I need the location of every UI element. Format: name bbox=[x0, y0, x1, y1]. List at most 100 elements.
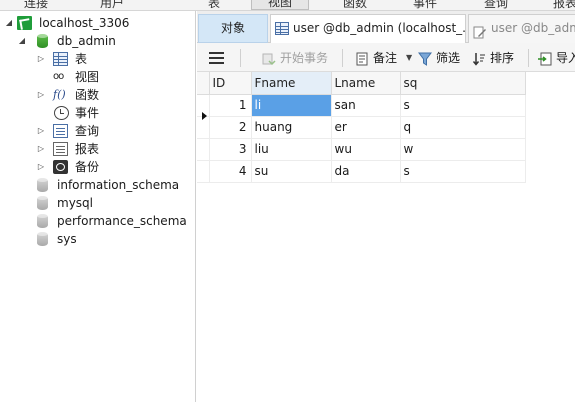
sort-button[interactable]: 排序 bbox=[472, 47, 518, 69]
views-label: 视图 bbox=[75, 70, 100, 84]
memo-icon bbox=[355, 51, 369, 66]
backups-label: 备份 bbox=[75, 160, 100, 174]
database-label: performance_schema bbox=[57, 214, 187, 228]
tree-backups[interactable]: ▷ 备份 bbox=[0, 158, 196, 176]
ribbon-report[interactable]: 报表 bbox=[553, 0, 575, 10]
tree-views[interactable]: oo 视图 bbox=[0, 68, 196, 86]
table-row[interactable]: 2 huang er q bbox=[197, 116, 526, 139]
import-icon bbox=[538, 51, 552, 66]
tree-functions[interactable]: ▷ f() 函数 bbox=[0, 86, 196, 104]
tree-database-sys[interactable]: sys bbox=[0, 230, 196, 248]
function-icon: f() bbox=[53, 88, 66, 101]
tab-user-table-label: user @db_admin (localhost_... bbox=[293, 21, 466, 35]
row-selector[interactable] bbox=[197, 160, 210, 183]
cell-id[interactable]: 3 bbox=[209, 138, 252, 161]
tables-label: 表 bbox=[75, 52, 88, 66]
ribbon-event[interactable]: 事件 bbox=[413, 0, 437, 10]
tree-database-performance-schema[interactable]: performance_schema bbox=[0, 212, 196, 230]
backup-icon bbox=[53, 160, 68, 174]
filter-button[interactable]: 筛选 bbox=[418, 47, 464, 69]
expand-arrow-icon[interactable]: ▷ bbox=[36, 86, 46, 104]
functions-label: 函数 bbox=[75, 88, 100, 102]
cell-lname[interactable]: san bbox=[331, 94, 401, 117]
row-selector[interactable] bbox=[197, 138, 210, 161]
filter-funnel-icon bbox=[418, 51, 432, 66]
tree-database-information-schema[interactable]: information_schema bbox=[0, 176, 196, 194]
column-header-lname[interactable]: Lname bbox=[331, 72, 401, 95]
tree-events[interactable]: 事件 bbox=[0, 104, 196, 122]
tree-connection[interactable]: ◢ localhost_3306 bbox=[0, 14, 196, 32]
column-header-sq[interactable]: sq bbox=[400, 72, 526, 95]
cell-id[interactable]: 1 bbox=[209, 94, 252, 117]
table-row[interactable]: 3 liu wu w bbox=[197, 138, 526, 161]
database-label: db_admin bbox=[57, 34, 116, 48]
tab-objects[interactable]: 对象 bbox=[198, 14, 268, 43]
import-button[interactable]: 导入 bbox=[538, 47, 575, 69]
tree-queries[interactable]: ▷ 查询 bbox=[0, 122, 196, 140]
import-label: 导入 bbox=[556, 51, 575, 65]
memo-label: 备注 bbox=[373, 51, 398, 65]
grid-toolbar: 开始事务 备注 ▼ 筛选 排序 导入 bbox=[197, 43, 575, 72]
tab-user-design[interactable]: user @db_adm bbox=[468, 14, 575, 43]
cell-id[interactable]: 2 bbox=[209, 116, 252, 139]
ribbon-user[interactable]: 用户 bbox=[100, 0, 124, 10]
ribbon-table[interactable]: 表 bbox=[208, 0, 220, 10]
database-label: sys bbox=[57, 232, 77, 246]
tab-user-design-label: user @db_adm bbox=[491, 21, 575, 35]
cell-sq[interactable]: s bbox=[400, 94, 526, 117]
cell-fname[interactable]: su bbox=[251, 160, 332, 183]
begin-transaction-label: 开始事务 bbox=[280, 51, 329, 65]
cell-sq[interactable]: q bbox=[400, 116, 526, 139]
expand-arrow-icon[interactable]: ▷ bbox=[36, 50, 46, 68]
column-header-fname[interactable]: Fname bbox=[251, 72, 332, 95]
toolbar-separator bbox=[342, 49, 343, 67]
database-icon bbox=[35, 196, 50, 210]
begin-transaction-button[interactable]: 开始事务 bbox=[262, 47, 334, 69]
ribbon-function[interactable]: 函数 bbox=[343, 0, 367, 10]
expand-arrow-icon[interactable]: ▷ bbox=[36, 122, 46, 140]
collapse-arrow-icon[interactable]: ◢ bbox=[4, 14, 14, 32]
database-icon bbox=[35, 178, 50, 192]
chevron-down-icon[interactable]: ▼ bbox=[406, 47, 412, 69]
query-icon bbox=[53, 124, 68, 138]
reports-label: 报表 bbox=[75, 142, 100, 156]
tab-user-table[interactable]: user @db_admin (localhost_... bbox=[270, 14, 466, 43]
database-icon bbox=[35, 34, 50, 48]
row-selector[interactable] bbox=[197, 94, 210, 120]
expand-arrow-icon[interactable]: ▷ bbox=[36, 158, 46, 176]
navigation-tree: ◢ localhost_3306 ◢ db_admin ▷ 表 oo 视图 ▷ … bbox=[0, 11, 196, 402]
cell-fname[interactable]: huang bbox=[251, 116, 332, 139]
collapse-arrow-icon[interactable]: ◢ bbox=[17, 32, 27, 50]
cell-fname[interactable]: li bbox=[251, 94, 332, 117]
data-grid: ID Fname Lname sq 1 li san s 2 huang er … bbox=[197, 72, 575, 402]
cell-lname[interactable]: da bbox=[331, 160, 401, 183]
ribbon-view[interactable]: 视图 bbox=[251, 0, 310, 10]
ribbon-connection[interactable]: 连接 bbox=[24, 0, 48, 10]
main-ribbon: 连接 用户 表 视图 函数 事件 查询 报表 bbox=[0, 0, 575, 11]
cell-lname[interactable]: er bbox=[331, 116, 401, 139]
toolbar-separator bbox=[528, 49, 529, 67]
ribbon-query[interactable]: 查询 bbox=[484, 0, 508, 10]
tree-reports[interactable]: ▷ 报表 bbox=[0, 140, 196, 158]
cell-sq[interactable]: w bbox=[400, 138, 526, 161]
event-clock-icon bbox=[54, 106, 69, 120]
expand-arrow-icon[interactable]: ▷ bbox=[36, 140, 46, 158]
cell-sq[interactable]: s bbox=[400, 160, 526, 183]
cell-lname[interactable]: wu bbox=[331, 138, 401, 161]
sort-icon bbox=[472, 51, 486, 66]
column-header-id[interactable]: ID bbox=[209, 72, 252, 95]
tree-database[interactable]: ◢ db_admin bbox=[0, 32, 196, 50]
tab-bar: 对象 user @db_admin (localhost_... user @d… bbox=[197, 11, 575, 43]
cell-fname[interactable]: liu bbox=[251, 138, 332, 161]
menu-icon[interactable] bbox=[209, 52, 224, 54]
sort-label: 排序 bbox=[490, 51, 515, 65]
tree-database-mysql[interactable]: mysql bbox=[0, 194, 196, 212]
memo-button[interactable]: 备注 ▼ bbox=[355, 47, 415, 69]
grid-header-row: ID Fname Lname sq bbox=[197, 72, 526, 95]
table-row[interactable]: 1 li san s bbox=[197, 94, 526, 120]
table-row[interactable]: 4 su da s bbox=[197, 160, 526, 183]
table-icon bbox=[53, 52, 68, 66]
cell-id[interactable]: 4 bbox=[209, 160, 252, 183]
tree-tables[interactable]: ▷ 表 bbox=[0, 50, 196, 68]
database-label: information_schema bbox=[57, 178, 180, 192]
